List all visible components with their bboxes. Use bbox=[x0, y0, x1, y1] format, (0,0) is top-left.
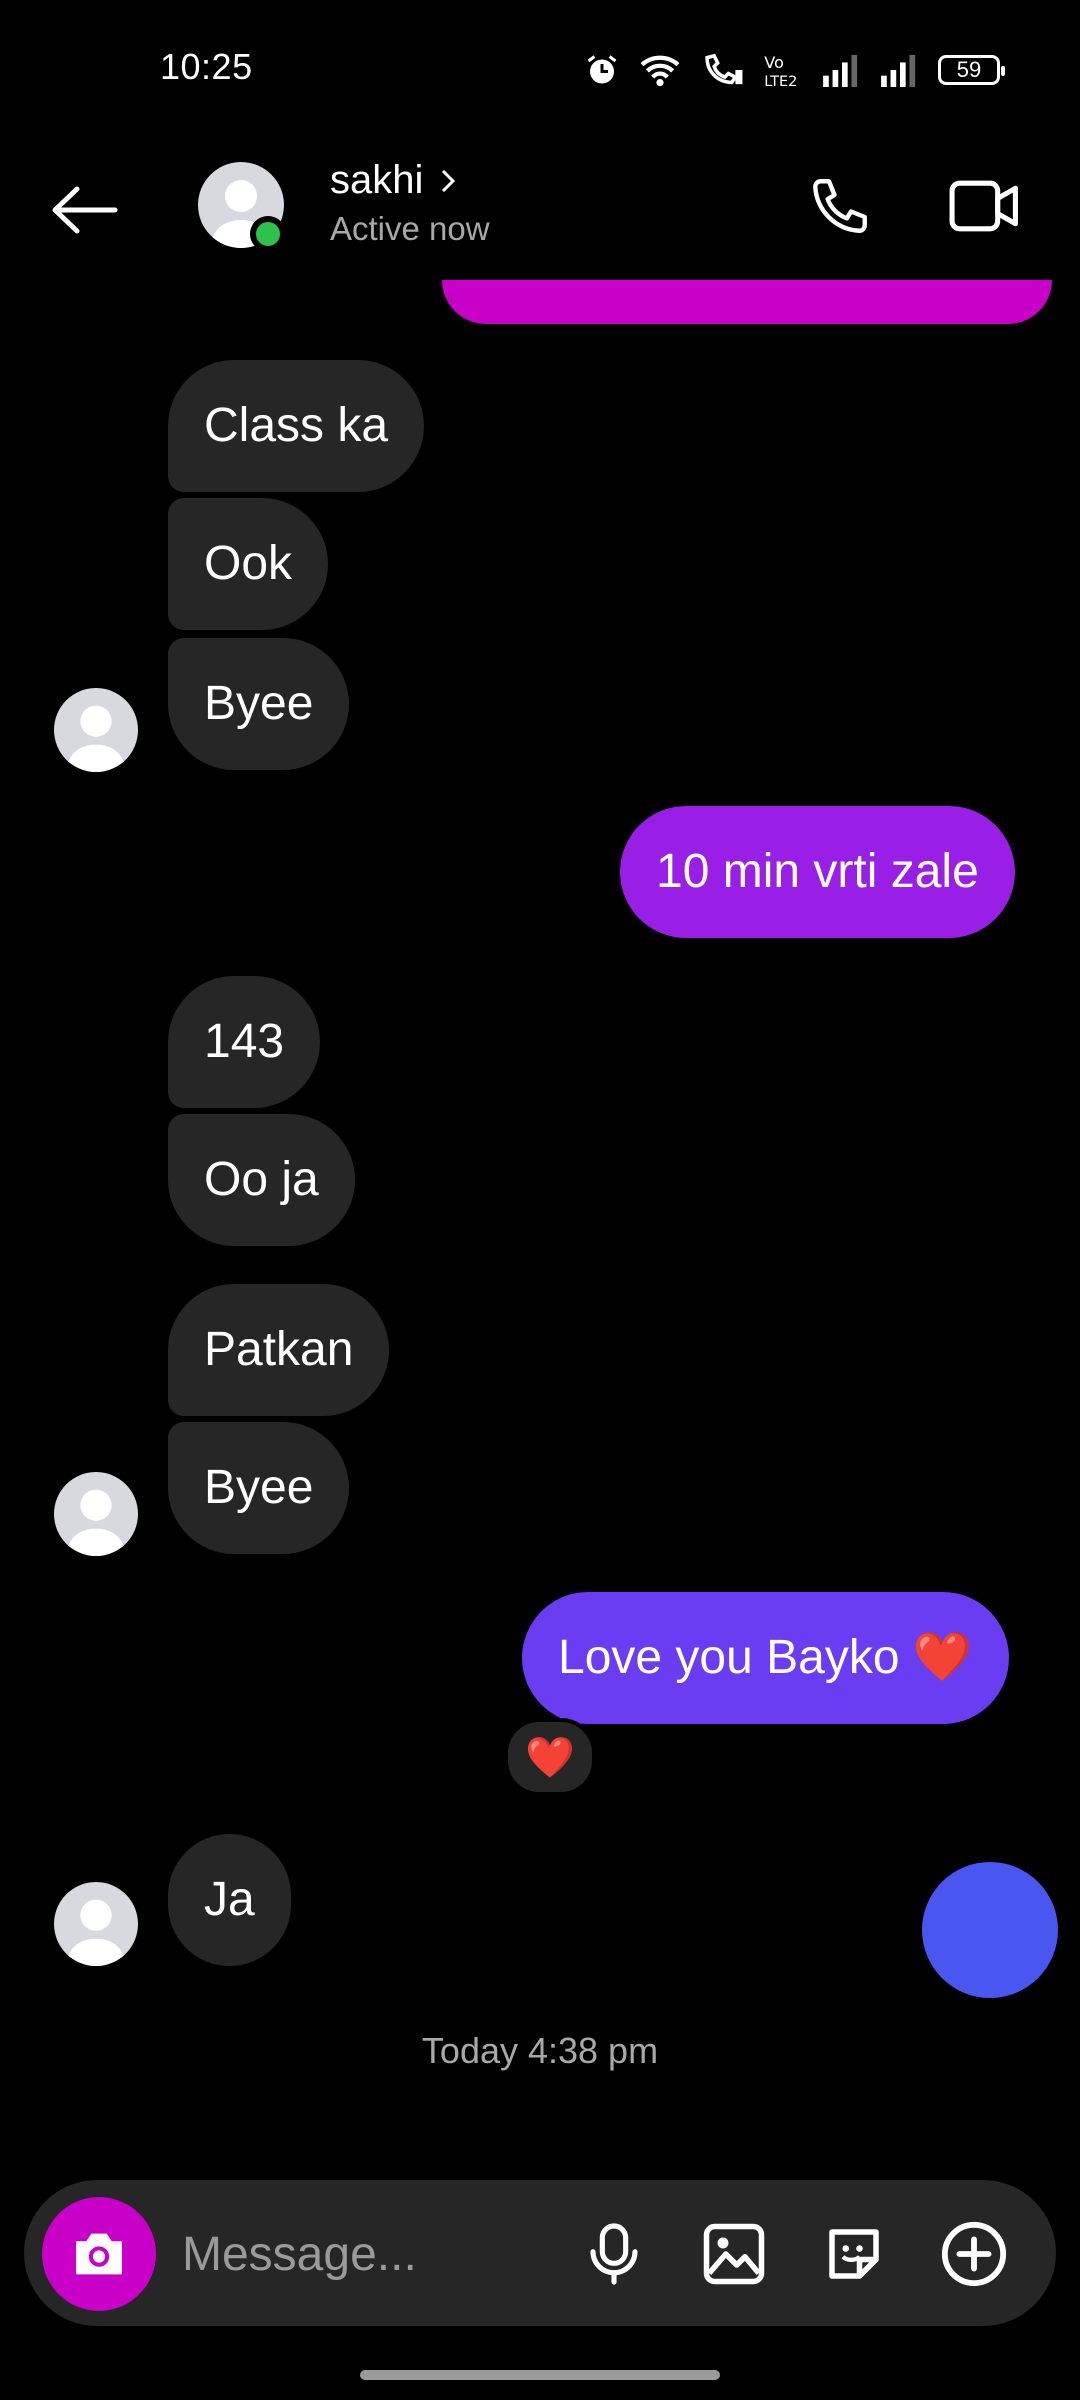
back-button[interactable] bbox=[44, 174, 124, 246]
microphone-button[interactable] bbox=[574, 2214, 654, 2294]
incoming-message[interactable]: Byee bbox=[168, 638, 350, 770]
sticker-button[interactable] bbox=[814, 2214, 894, 2294]
home-indicator[interactable] bbox=[360, 2370, 720, 2380]
camera-icon bbox=[76, 2233, 122, 2275]
default-avatar-icon bbox=[65, 705, 127, 772]
incoming-message[interactable]: Oo ja bbox=[168, 1114, 355, 1246]
sticker-icon bbox=[829, 2229, 879, 2279]
camera-button[interactable] bbox=[42, 2197, 156, 2311]
outgoing-message[interactable]: Love you Bayko ❤️ bbox=[522, 1592, 1009, 1724]
back-arrow-icon bbox=[52, 186, 118, 234]
phone-icon bbox=[813, 179, 867, 233]
message-timestamp: Today 4:38 pm bbox=[421, 2030, 659, 2071]
heart-reaction-icon: ❤️ bbox=[525, 1735, 575, 1780]
default-avatar-icon bbox=[65, 1899, 127, 1966]
battery-icon: 59 bbox=[938, 55, 1005, 85]
message-text: Byee bbox=[204, 677, 314, 730]
online-status-dot bbox=[250, 216, 286, 252]
add-button[interactable] bbox=[934, 2214, 1014, 2294]
message-text: Ja bbox=[204, 1873, 255, 1926]
outgoing-message-partial[interactable] bbox=[442, 280, 1052, 324]
svg-text:LTE2: LTE2 bbox=[764, 74, 797, 88]
message-text: Ook bbox=[204, 537, 293, 590]
status-bar: 10:25 Vo LTE2 59 bbox=[0, 0, 1080, 140]
video-camera-icon bbox=[949, 180, 1018, 232]
wifi-calling-icon bbox=[705, 53, 743, 85]
microphone-icon bbox=[590, 2223, 638, 2285]
incoming-message[interactable]: Patkan bbox=[168, 1284, 390, 1416]
contact-name-text: sakhi bbox=[330, 158, 424, 202]
outgoing-message[interactable]: 10 min vrti zale bbox=[620, 806, 1015, 938]
video-call-button[interactable] bbox=[940, 166, 1030, 246]
message-text: Class ka bbox=[204, 399, 389, 452]
signal-icon bbox=[881, 54, 916, 87]
incoming-message[interactable]: Ook bbox=[168, 498, 329, 630]
message-text: Oo ja bbox=[204, 1153, 319, 1206]
incoming-message[interactable]: Class ka bbox=[168, 360, 425, 492]
status-time: 10:25 bbox=[160, 46, 253, 87]
message-text: Patkan bbox=[204, 1323, 354, 1376]
incoming-message[interactable]: Byee bbox=[168, 1422, 350, 1554]
message-text: 10 min vrti zale bbox=[656, 845, 979, 898]
incoming-message[interactable]: Ja bbox=[168, 1834, 291, 1966]
sender-avatar[interactable] bbox=[54, 1472, 138, 1556]
message-text: Love you Bayko ❤️ bbox=[558, 1631, 973, 1684]
sender-avatar[interactable] bbox=[54, 1882, 138, 1966]
signal-icon bbox=[823, 54, 858, 87]
svg-text:Vo: Vo bbox=[764, 53, 784, 72]
contact-status: Active now bbox=[330, 210, 490, 247]
wifi-icon bbox=[640, 55, 680, 87]
outgoing-message-peek[interactable] bbox=[922, 1862, 1058, 1998]
message-text: Byee bbox=[204, 1461, 314, 1514]
gallery-button[interactable] bbox=[694, 2214, 774, 2294]
contact-name[interactable]: sakhi bbox=[330, 158, 457, 203]
message-thread[interactable]: Class ka Ook Byee 10 min vrti zale 143 O… bbox=[0, 280, 1080, 2180]
image-icon bbox=[703, 2223, 765, 2285]
status-icons: Vo LTE2 59 bbox=[584, 52, 1005, 88]
message-composer bbox=[24, 2180, 1056, 2326]
voice-call-button[interactable] bbox=[800, 166, 880, 246]
chat-header: sakhi Active now bbox=[0, 140, 1080, 280]
reaction-badge[interactable]: ❤️ bbox=[504, 1718, 596, 1796]
battery-level: 59 bbox=[956, 57, 982, 82]
plus-circle-icon bbox=[941, 2221, 1007, 2287]
volte-icon: Vo LTE2 bbox=[764, 53, 797, 88]
sender-avatar[interactable] bbox=[54, 688, 138, 772]
chevron-right-icon bbox=[442, 169, 456, 192]
message-input[interactable] bbox=[180, 2218, 564, 2290]
alarm-icon bbox=[587, 55, 617, 84]
incoming-message[interactable]: 143 bbox=[168, 976, 321, 1108]
default-avatar-icon bbox=[65, 1489, 127, 1556]
message-text: 143 bbox=[204, 1015, 285, 1068]
